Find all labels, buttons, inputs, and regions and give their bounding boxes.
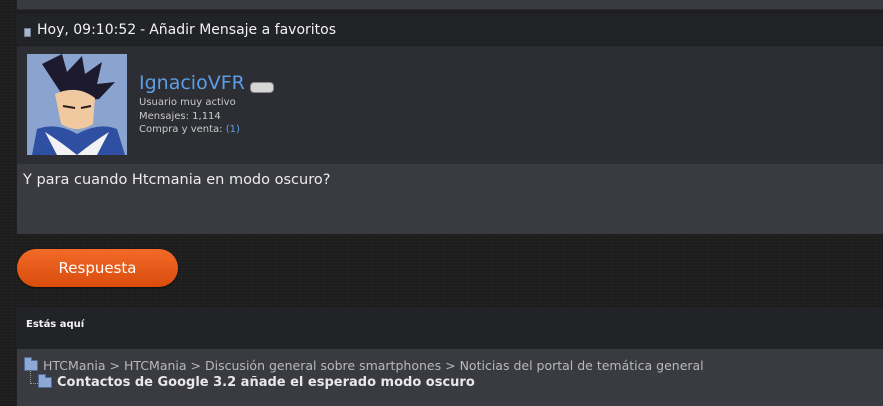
user-rank: Usuario muy activo (139, 97, 236, 108)
breadcrumb-link[interactable]: Discusión general sobre smartphones (205, 358, 441, 373)
breadcrumb-trail: HTCMania > HTCMania > Discusión general … (24, 357, 704, 373)
folder-icon (38, 374, 52, 388)
user-message-count: Mensajes: 1,114 (139, 111, 221, 122)
post-header: Hoy, 09:10:52 - Añadir Mensaje a favorit… (17, 14, 883, 45)
online-status-icon (250, 82, 274, 93)
current-thread-title: Contactos de Google 3.2 añade el esperad… (57, 375, 475, 390)
trade-label: Compra y venta: (139, 124, 223, 135)
location-heading: Estás aquí (26, 319, 85, 330)
post-message: Y para cuando Htcmania en modo oscuro? (23, 172, 331, 188)
reply-button[interactable]: Respuesta (17, 249, 178, 287)
post-header-separator: - (140, 21, 146, 38)
post-document-icon (24, 27, 31, 37)
user-trade-rating: Compra y venta: (1) (139, 124, 240, 135)
breadcrumb: HTCMania > HTCMania > Discusión general … (17, 349, 883, 406)
messages-label: Mensajes: (139, 111, 189, 122)
previous-post-footer (17, 0, 883, 10)
breadcrumb-link[interactable]: HTCMania (124, 358, 187, 373)
breadcrumb-separator: > (190, 358, 202, 373)
breadcrumb-current: Contactos de Google 3.2 añade el esperad… (38, 374, 475, 390)
messages-value: 1,114 (192, 111, 221, 122)
avatar[interactable] (27, 54, 127, 155)
post-time: Hoy, 09:10:52 (37, 21, 137, 38)
username-link[interactable]: IgnacioVFR (139, 72, 245, 94)
user-info-panel: IgnacioVFR Usuario muy activo Mensajes: … (17, 46, 883, 164)
post-body: Y para cuando Htcmania en modo oscuro? (17, 164, 883, 234)
location-header: Estás aquí (17, 307, 883, 349)
trade-rating-link[interactable]: (1) (226, 124, 240, 135)
tree-connector (30, 369, 38, 384)
breadcrumb-separator: > (445, 358, 456, 373)
breadcrumb-link[interactable]: Noticias del portal de temática general (460, 358, 704, 373)
breadcrumb-link[interactable]: HTCMania (43, 358, 106, 373)
breadcrumb-separator: > (109, 358, 121, 373)
add-to-favorites-link[interactable]: Añadir Mensaje a favoritos (149, 22, 336, 38)
